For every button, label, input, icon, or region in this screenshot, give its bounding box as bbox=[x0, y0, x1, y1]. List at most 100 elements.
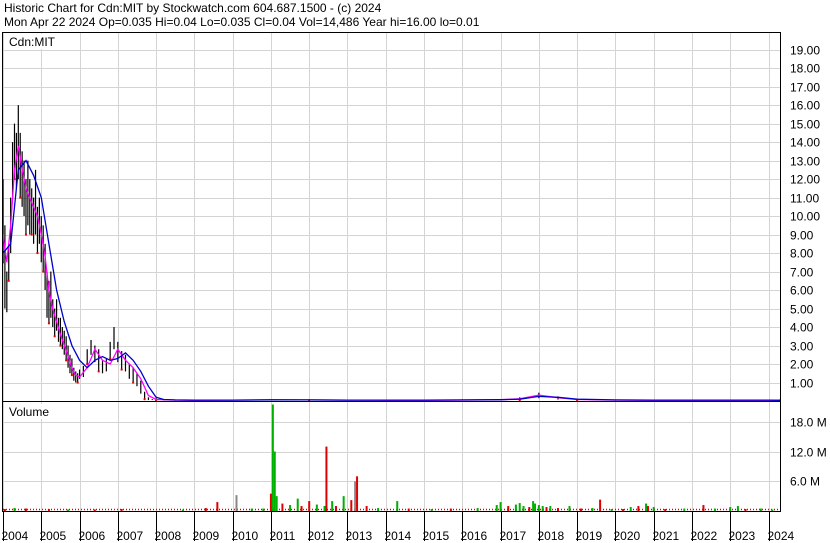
price-y-tick-label: 19.00 bbox=[790, 44, 820, 58]
volume-bar bbox=[331, 501, 334, 511]
volume-bar bbox=[356, 476, 359, 511]
price-y-tick-label: 2.00 bbox=[790, 358, 814, 372]
volume-bar bbox=[250, 508, 253, 511]
volume-bar bbox=[518, 503, 521, 511]
price-y-tick-label: 5.00 bbox=[790, 303, 814, 317]
volume-bar bbox=[271, 404, 274, 511]
volume-bar bbox=[637, 506, 640, 511]
volume-bar bbox=[541, 506, 544, 511]
x-tick-label: 2014 bbox=[385, 529, 412, 543]
volume-bar bbox=[323, 506, 326, 511]
volume-panel-label: Volume bbox=[9, 405, 49, 419]
price-y-tick-label: 7.00 bbox=[790, 266, 814, 280]
volume-bar bbox=[3, 509, 6, 511]
volume-bar bbox=[120, 509, 123, 511]
volume-bar bbox=[664, 509, 667, 511]
volume-bar bbox=[507, 506, 510, 511]
volume-y-tick-label: 6.0 M bbox=[790, 475, 820, 489]
volume-bar bbox=[549, 506, 552, 511]
volume-bar bbox=[281, 503, 284, 511]
price-y-tick-label: 16.00 bbox=[790, 99, 820, 113]
volume-panel-frame bbox=[2, 401, 781, 512]
volume-bar bbox=[568, 506, 571, 511]
price-marker bbox=[19, 196, 22, 199]
volume-bar bbox=[449, 508, 452, 511]
volume-bar bbox=[377, 508, 380, 511]
volume-bar bbox=[24, 508, 27, 511]
volume-bar bbox=[522, 506, 525, 511]
volume-bar bbox=[646, 506, 649, 511]
volume-bar bbox=[354, 481, 357, 511]
volume-bar bbox=[759, 508, 762, 511]
x-tick-label: 2008 bbox=[155, 529, 182, 543]
x-axis: 2004 2005 2006 2007 2008 2009 2010 2011 2012 2013… bbox=[2, 511, 795, 543]
price-marker bbox=[59, 344, 62, 347]
volume-bar bbox=[350, 500, 353, 511]
x-tick-label: 2019 bbox=[576, 529, 603, 543]
volume-bar bbox=[645, 503, 648, 511]
volume-bar bbox=[342, 496, 345, 511]
volume-bar bbox=[273, 451, 276, 511]
volume-bar bbox=[325, 446, 328, 511]
x-tick-label: 2023 bbox=[729, 529, 756, 543]
price-marker bbox=[97, 370, 100, 373]
price-marker bbox=[70, 374, 73, 377]
price-grid bbox=[3, 33, 780, 401]
volume-bar bbox=[262, 508, 265, 511]
volume-bar bbox=[729, 507, 732, 511]
volume-bar bbox=[683, 508, 686, 511]
volume-bar bbox=[235, 495, 238, 511]
price-y-tick-label: 15.00 bbox=[790, 118, 820, 132]
volume-bar bbox=[296, 498, 299, 511]
x-tick-label: 2015 bbox=[423, 529, 450, 543]
volume-bar bbox=[13, 508, 16, 511]
price-marker bbox=[65, 359, 68, 362]
x-tick-label: 2012 bbox=[308, 529, 335, 543]
x-tick-label: 2022 bbox=[691, 529, 718, 543]
x-tick-label: 2011 bbox=[270, 529, 296, 543]
volume-bar bbox=[652, 507, 655, 511]
volume-bar bbox=[545, 507, 548, 511]
volume-grid bbox=[3, 402, 780, 511]
volume-bar bbox=[365, 506, 368, 511]
volume-bar bbox=[308, 501, 311, 511]
volume-bar bbox=[476, 508, 479, 511]
volume-bar bbox=[407, 508, 410, 511]
price-marker bbox=[24, 233, 27, 236]
price-y-axis: 1.00 2.00 3.00 4.00 5.00 6.00 7.00 8.00 9.00 10.0… bbox=[790, 44, 820, 391]
volume-y-tick-label: 18.0 M bbox=[790, 416, 827, 430]
x-tick-label: 2004 bbox=[2, 529, 29, 543]
volume-y-axis: 6.0 M 12.0 M 18.0 M bbox=[790, 416, 827, 489]
volume-bar bbox=[335, 506, 337, 511]
volume-bar bbox=[591, 508, 594, 511]
volume-bar bbox=[289, 505, 292, 511]
x-tick-label: 2005 bbox=[40, 529, 67, 543]
price-y-tick-label: 6.00 bbox=[790, 284, 814, 298]
x-tick-label: 2024 bbox=[768, 529, 795, 543]
volume-y-tick-label: 12.0 M bbox=[790, 446, 827, 460]
volume-bar bbox=[736, 506, 739, 511]
price-marker bbox=[120, 368, 123, 371]
volume-bar bbox=[557, 508, 559, 511]
price-panel-label: Cdn:MIT bbox=[9, 35, 56, 49]
volume-bar bbox=[771, 509, 774, 511]
volume-bar bbox=[514, 504, 517, 511]
x-tick-label: 2021 bbox=[653, 529, 680, 543]
price-marker bbox=[7, 279, 10, 282]
x-tick-label: 2010 bbox=[232, 529, 259, 543]
price-marker bbox=[132, 381, 135, 384]
price-y-tick-label: 18.00 bbox=[790, 62, 820, 76]
price-y-tick-label: 11.00 bbox=[790, 192, 819, 206]
volume-bar bbox=[534, 503, 537, 511]
x-tick-label: 2006 bbox=[79, 529, 106, 543]
volume-bar bbox=[47, 509, 50, 511]
x-tick-label: 2016 bbox=[461, 529, 488, 543]
volume-bar bbox=[93, 509, 96, 511]
volume-bar bbox=[181, 509, 184, 511]
volume-bar bbox=[269, 493, 272, 511]
volume-bar bbox=[396, 501, 399, 511]
stock-chart: Cdn:MIT Volume 1.00 2.00 3.00 4.00 5.00 6.00 7… bbox=[2, 32, 827, 543]
volume-bar bbox=[499, 502, 502, 511]
price-y-tick-label: 3.00 bbox=[790, 340, 814, 354]
x-tick-label: 2007 bbox=[117, 529, 144, 543]
